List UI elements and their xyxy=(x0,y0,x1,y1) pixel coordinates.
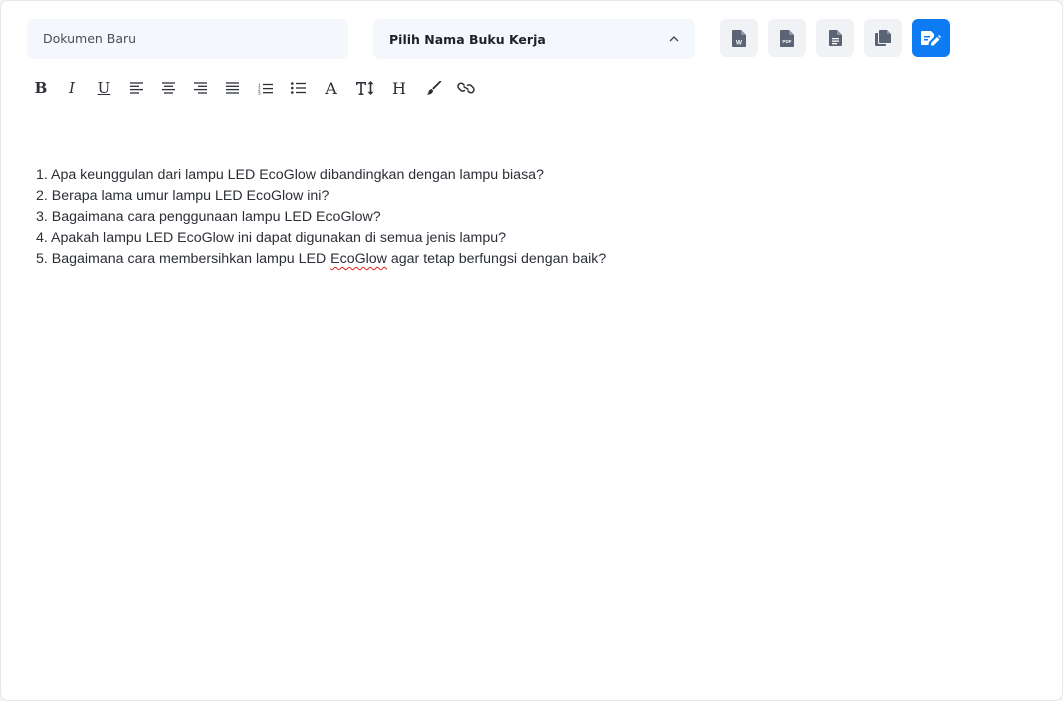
chevron-up-icon xyxy=(669,34,679,44)
link-button[interactable] xyxy=(449,75,483,101)
align-right-icon xyxy=(193,82,207,94)
brush-icon xyxy=(426,81,441,95)
underline-button[interactable]: U xyxy=(91,75,117,101)
document-editor[interactable]: 1. Apa keunggulan dari lampu LED EcoGlow… xyxy=(36,165,1016,270)
export-word-button[interactable]: W xyxy=(720,19,758,57)
file-edit-icon xyxy=(921,31,941,46)
svg-text:W: W xyxy=(736,39,743,46)
align-justify-button[interactable] xyxy=(219,75,245,101)
heading-button[interactable]: H xyxy=(379,75,419,101)
document-name-input[interactable] xyxy=(27,19,348,59)
bullet-list-button[interactable] xyxy=(285,75,311,101)
text-file-icon xyxy=(828,30,842,46)
link-icon xyxy=(457,82,475,94)
formatting-toolbar: B I U 1 2 3 A H xyxy=(29,75,483,101)
copy-button[interactable] xyxy=(864,19,902,57)
brush-button[interactable] xyxy=(419,75,449,101)
underline-label: U xyxy=(97,79,111,97)
misspelled-word: EcoGlow xyxy=(330,251,387,267)
bold-label: B xyxy=(34,79,48,97)
align-justify-icon xyxy=(225,82,239,94)
export-actions: W PDF xyxy=(720,19,950,57)
editor-line-5: 5. Bagaimana cara membersihkan lampu LED… xyxy=(36,249,1016,270)
text-size-icon xyxy=(356,81,374,95)
editor-line-4: 4. Apakah lampu LED EcoGlow ini dapat di… xyxy=(36,230,507,246)
align-left-button[interactable] xyxy=(117,75,155,101)
pdf-file-icon: PDF xyxy=(780,29,794,47)
align-center-button[interactable] xyxy=(155,75,181,101)
align-left-icon xyxy=(129,82,143,94)
font-color-button[interactable]: A xyxy=(311,75,351,101)
export-text-button[interactable] xyxy=(816,19,854,57)
ordered-list-button[interactable]: 1 2 3 xyxy=(245,75,285,101)
editor-line-2: 2. Berapa lama umur lampu LED EcoGlow in… xyxy=(36,188,330,204)
text-size-button[interactable] xyxy=(351,75,379,101)
italic-label: I xyxy=(69,79,75,97)
bullet-list-icon xyxy=(290,82,306,94)
copy-icon xyxy=(875,30,891,46)
align-right-button[interactable] xyxy=(181,75,219,101)
bold-button[interactable]: B xyxy=(29,75,53,101)
export-pdf-button[interactable]: PDF xyxy=(768,19,806,57)
ordered-list-icon: 1 2 3 xyxy=(258,82,273,95)
workbook-select[interactable]: Pilih Nama Buku Kerja xyxy=(373,19,695,59)
heading-label: H xyxy=(392,78,406,98)
align-center-icon xyxy=(161,82,175,94)
word-file-icon: W xyxy=(732,29,746,47)
svg-text:PDF: PDF xyxy=(782,39,791,44)
editor-line-5-start: 5. Bagaimana cara membersihkan lampu LED xyxy=(36,251,331,267)
save-edit-button[interactable] xyxy=(912,19,950,57)
font-color-label: A xyxy=(325,78,337,98)
workbook-select-label: Pilih Nama Buku Kerja xyxy=(389,31,546,47)
editor-card: Pilih Nama Buku Kerja W PDF xyxy=(0,0,1063,701)
editor-line-5-end: agar tetap berfungsi dengan baik? xyxy=(386,251,607,267)
editor-line-3: 3. Bagaimana cara penggunaan lampu LED E… xyxy=(36,209,381,225)
svg-text:3: 3 xyxy=(258,90,261,94)
italic-button[interactable]: I xyxy=(53,75,91,101)
editor-line-1: 1. Apa keunggulan dari lampu LED EcoGlow… xyxy=(36,167,544,183)
